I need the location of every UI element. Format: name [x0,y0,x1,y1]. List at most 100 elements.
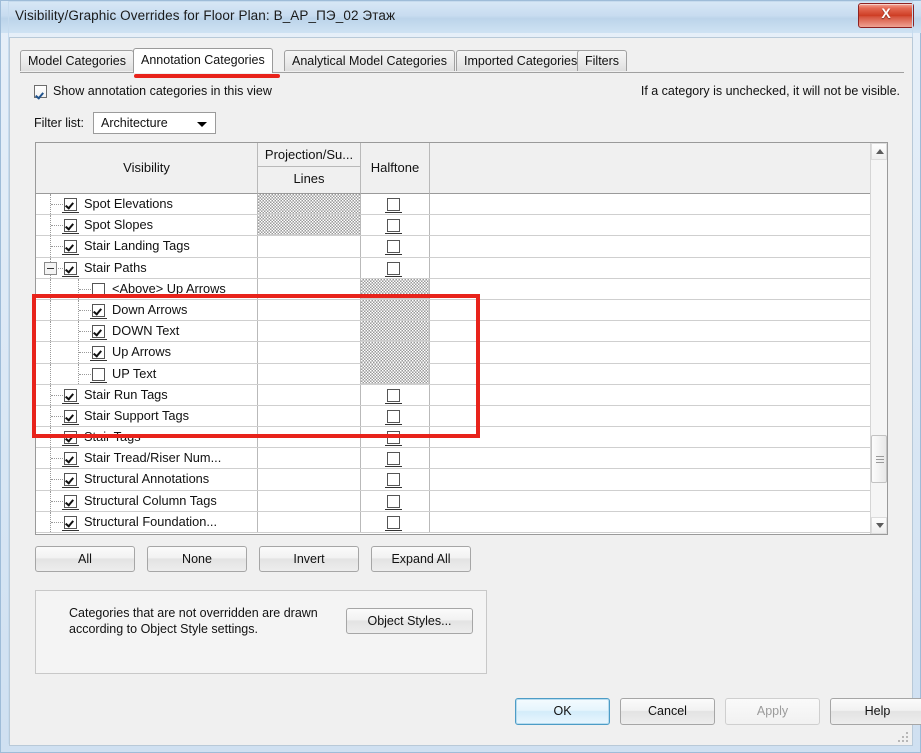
column-header-halftone[interactable]: Halftone [361,143,430,194]
table-row[interactable]: Structural Foundation... [36,511,872,533]
cell-projection-lines[interactable] [258,257,361,278]
halftone-checkbox[interactable] [387,198,400,211]
cell-halftone[interactable] [361,427,430,448]
expand-all-button[interactable]: Expand All [371,546,471,572]
halftone-checkbox[interactable] [387,515,400,529]
table-row[interactable]: Stair Tread/Riser Num... [36,448,872,470]
visibility-checkbox[interactable] [64,409,77,423]
cell-projection-lines[interactable] [258,384,361,405]
cell-halftone[interactable] [361,469,430,490]
visibility-checkbox[interactable] [92,346,105,360]
checkbox-underline [62,466,79,468]
show-annotation-categories-checkbox[interactable] [34,84,47,98]
table-row[interactable]: Up Arrows [36,342,872,364]
visibility-checkbox[interactable] [64,219,77,233]
cell-halftone[interactable] [361,511,430,532]
scroll-up-button[interactable] [871,143,887,160]
show-annotation-categories-row[interactable]: Show annotation categories in this view [34,84,272,98]
halftone-checkbox[interactable] [387,240,400,254]
collapse-icon[interactable] [44,261,57,275]
tab-filters[interactable]: Filters [577,50,628,71]
cell-halftone[interactable] [361,490,430,511]
cell-projection-lines[interactable] [258,427,361,448]
cell-halftone[interactable] [361,384,430,405]
cell-projection-lines[interactable] [258,342,361,363]
cell-projection-lines[interactable] [258,363,361,384]
cell-projection-lines[interactable] [258,469,361,490]
scrollbar-thumb[interactable] [871,435,887,483]
table-row[interactable]: Spot Slopes [36,215,872,237]
cell-projection-lines[interactable] [258,278,361,299]
halftone-checkbox[interactable] [387,219,400,233]
cell-halftone[interactable] [361,405,430,427]
title-bar[interactable]: Visibility/Graphic Overrides for Floor P… [1,1,921,33]
all-button[interactable]: All [35,546,135,572]
table-row[interactable]: Stair Support Tags [36,405,872,428]
halftone-checkbox[interactable] [387,494,400,508]
filter-list-dropdown[interactable]: Architecture [93,112,216,134]
tab-analytical-model-categories[interactable]: Analytical Model Categories [284,50,455,71]
category-label: Stair Support Tags [84,407,190,423]
table-row[interactable]: Stair Landing Tags [36,236,872,258]
halftone-checkbox[interactable] [387,388,400,402]
visibility-checkbox[interactable] [64,198,77,211]
visibility-checkbox[interactable] [92,303,105,317]
scroll-down-button[interactable] [871,517,887,534]
cell-filler [430,215,872,235]
table-row[interactable]: DOWN Text [36,321,872,343]
column-header-projection-surface[interactable]: Projection/Su... Lines [258,143,361,194]
halftone-checkbox[interactable] [387,431,400,445]
cell-halftone[interactable] [361,448,430,469]
visibility-checkbox[interactable] [64,431,77,445]
tab-annotation-categories[interactable]: Annotation Categories [133,48,273,73]
cell-projection-lines[interactable] [258,321,361,342]
cell-halftone[interactable] [361,257,430,278]
cell-halftone[interactable] [361,194,430,215]
visibility-checkbox[interactable] [64,388,77,402]
visibility-checkbox[interactable] [64,240,77,254]
column-header-visibility[interactable]: Visibility [36,143,258,194]
checkbox-underline [385,254,402,256]
visibility-checkbox[interactable] [64,473,77,487]
tab-model-categories[interactable]: Model Categories [20,50,134,71]
cell-projection-lines[interactable] [258,511,361,532]
close-button[interactable]: X [858,3,914,28]
table-row[interactable]: Stair Paths [36,257,872,279]
cell-projection-lines[interactable] [258,236,361,257]
cell-halftone[interactable] [361,215,430,236]
visibility-checkbox[interactable] [64,452,77,466]
invert-button[interactable]: Invert [259,546,359,572]
visibility-checkbox[interactable] [92,367,105,381]
none-button[interactable]: None [147,546,247,572]
visibility-checkbox[interactable] [92,282,105,296]
table-row[interactable]: UP Text [36,363,872,385]
table-vertical-scrollbar[interactable] [870,143,887,534]
halftone-checkbox[interactable] [387,452,400,466]
cell-projection-lines[interactable] [258,490,361,511]
table-row[interactable]: Stair Run Tags [36,384,872,406]
visibility-checkbox[interactable] [92,325,105,339]
table-row[interactable]: <Above> Up Arrows [36,278,872,300]
column-header-lines-label: Lines [293,171,325,186]
table-row[interactable]: Structural Column Tags [36,490,872,512]
visibility-checkbox[interactable] [64,261,77,275]
visibility-checkbox[interactable] [64,494,77,508]
cell-projection-lines[interactable] [258,299,361,321]
cell-projection-lines[interactable] [258,448,361,469]
halftone-checkbox[interactable] [387,409,400,423]
halftone-checkbox[interactable] [387,261,400,275]
table-row[interactable]: Structural Annotations [36,469,872,491]
help-button[interactable]: Help [830,698,921,725]
table-row[interactable]: Spot Elevations [36,194,872,216]
cancel-button[interactable]: Cancel [620,698,715,725]
table-row[interactable]: Down Arrows [36,299,872,322]
object-styles-button[interactable]: Object Styles... [346,608,473,634]
cell-projection-lines[interactable] [258,405,361,427]
visibility-checkbox[interactable] [64,515,77,529]
ok-button[interactable]: OK [515,698,610,725]
tab-imported-categories[interactable]: Imported Categories [456,50,586,71]
resize-grip-icon[interactable] [896,730,908,742]
cell-halftone[interactable] [361,236,430,257]
halftone-checkbox[interactable] [387,473,400,487]
table-row[interactable]: Stair Tags [36,427,872,449]
